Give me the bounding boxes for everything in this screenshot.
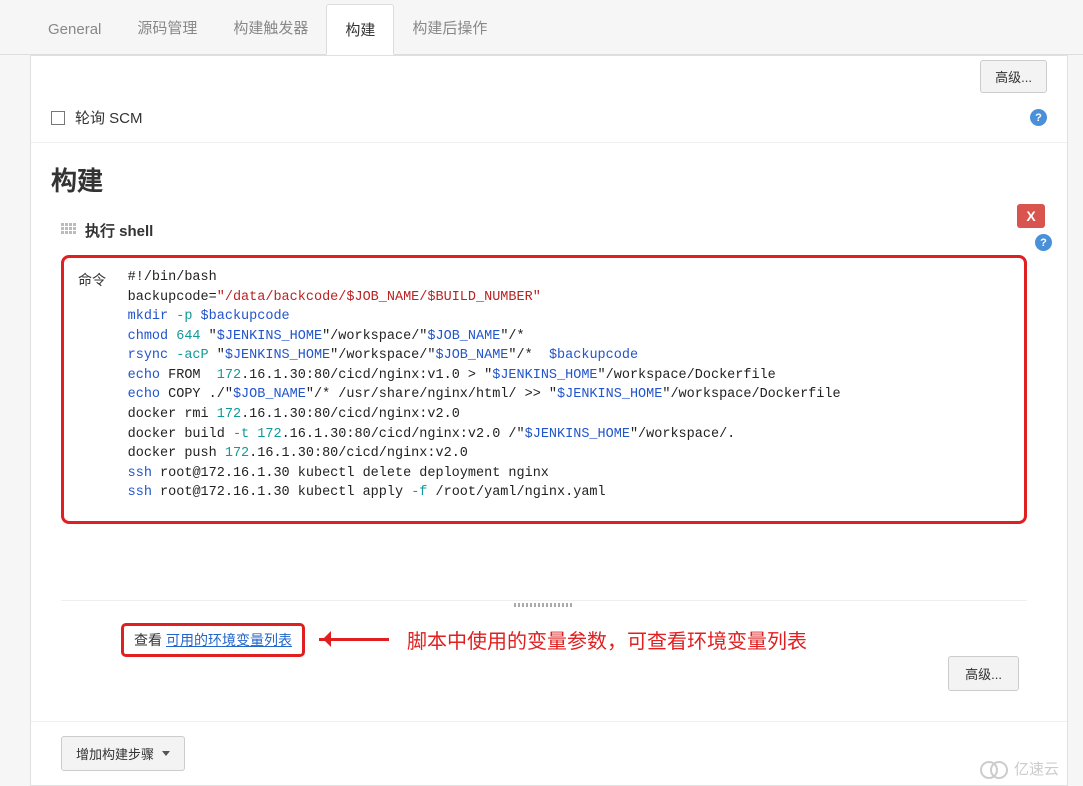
content-panel: 高级... 轮询 SCM ? 构建 X ? 执行 shell 命令 #!/bin… <box>30 55 1068 786</box>
add-step-label: 增加构建步骤 <box>76 744 154 763</box>
add-build-step-button[interactable]: 增加构建步骤 <box>61 736 185 771</box>
command-highlight-box: 命令 #!/bin/bash backupcode="/data/backcod… <box>61 255 1027 524</box>
tab-general[interactable]: General <box>30 7 119 54</box>
advanced-button-top[interactable]: 高级... <box>980 60 1047 93</box>
annotation-note: 脚本中使用的变量参数，可查看环境变量列表 <box>407 625 807 654</box>
poll-scm-row: 轮询 SCM ? <box>31 93 1067 143</box>
env-highlight-box: 查看 可用的环境变量列表 <box>121 623 305 657</box>
tab-post[interactable]: 构建后操作 <box>394 3 505 54</box>
tab-scm[interactable]: 源码管理 <box>119 3 215 54</box>
advanced-button[interactable]: 高级... <box>948 656 1019 691</box>
watermark: 亿速云 <box>980 758 1059 779</box>
config-tabs: General 源码管理 构建触发器 构建 构建后操作 <box>0 0 1083 55</box>
drag-handle-icon[interactable] <box>61 223 77 239</box>
tab-build[interactable]: 构建 <box>326 4 394 55</box>
build-step-shell: X ? 执行 shell 命令 #!/bin/bash backupcode="… <box>61 212 1047 701</box>
poll-scm-checkbox[interactable] <box>51 111 65 125</box>
env-vars-link[interactable]: 可用的环境变量列表 <box>166 630 292 650</box>
tab-triggers[interactable]: 构建触发器 <box>215 3 326 54</box>
env-prefix: 查看 <box>134 630 162 650</box>
help-icon[interactable]: ? <box>1030 109 1047 126</box>
poll-scm-label: 轮询 SCM <box>75 107 143 128</box>
env-vars-row: 查看 可用的环境变量列表 脚本中使用的变量参数，可查看环境变量列表 <box>121 622 1047 658</box>
command-label: 命令 <box>78 268 124 290</box>
watermark-logo-icon <box>980 759 1008 777</box>
chevron-down-icon <box>162 751 170 756</box>
arrow-icon <box>319 638 389 641</box>
step-title: 执行 shell <box>85 220 153 241</box>
help-icon[interactable]: ? <box>1035 234 1052 251</box>
command-textarea[interactable]: #!/bin/bash backupcode="/data/backcode/$… <box>128 268 841 503</box>
delete-step-button[interactable]: X <box>1017 204 1045 228</box>
section-title-build: 构建 <box>31 143 1067 212</box>
watermark-text: 亿速云 <box>1014 758 1059 779</box>
resize-handle[interactable] <box>61 600 1027 610</box>
